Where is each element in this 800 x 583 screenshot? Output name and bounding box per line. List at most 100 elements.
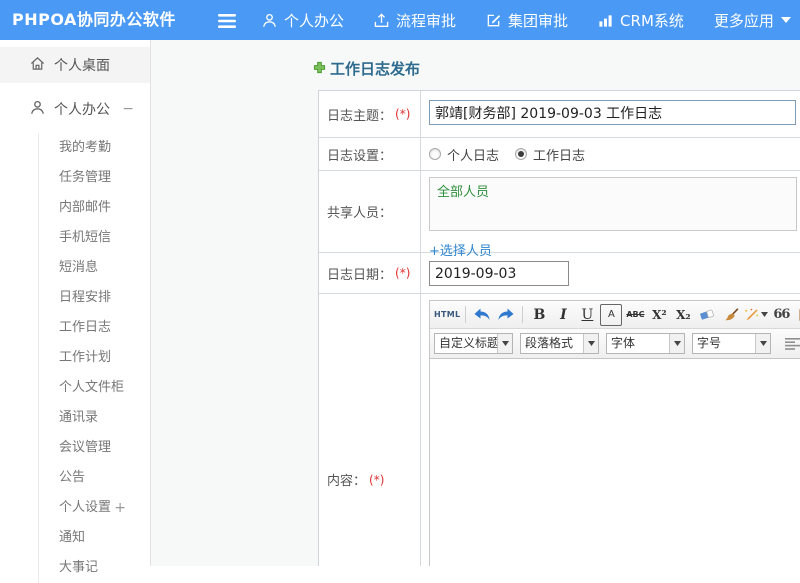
font-size-select-label: 字号 bbox=[697, 336, 722, 350]
sidebar-menu: 我的考勤任务管理内部邮件 手机短信短消息日程安排工作日志工作计划个人文件柜通讯录会… bbox=[38, 133, 150, 583]
sidebar-item-label: 通知 bbox=[59, 530, 86, 545]
required-marker: (*) bbox=[395, 266, 411, 280]
sidebar-item-work-log[interactable]: 工作日志 bbox=[39, 313, 150, 343]
sidebar-item-announcement[interactable]: 公告 bbox=[39, 463, 150, 493]
paragraph-select[interactable]: 段落格式 bbox=[520, 333, 599, 354]
sidebar-item-internal-mail[interactable]: 内部邮件 bbox=[39, 193, 150, 223]
dropdown-caret-icon[interactable] bbox=[497, 334, 512, 353]
collapse-minus-icon[interactable]: − bbox=[122, 101, 134, 117]
form-row-date: 日志日期： (*) bbox=[319, 252, 800, 293]
blockquote-icon[interactable]: 66 bbox=[770, 304, 792, 326]
add-plus-icon bbox=[313, 60, 326, 78]
sidebar-item-personal-desktop[interactable]: 个人桌面 bbox=[0, 47, 150, 83]
dropdown-caret-icon[interactable] bbox=[583, 334, 598, 353]
sidebar-item-label: 工作日志 bbox=[59, 320, 112, 335]
process-icon bbox=[374, 12, 389, 28]
undo-icon[interactable] bbox=[471, 304, 493, 326]
topbar-nav-label: CRM系统 bbox=[620, 11, 684, 30]
sidebar-item-label: 通讯录 bbox=[59, 410, 99, 425]
required-marker: (*) bbox=[395, 107, 411, 121]
toolbar-separator bbox=[522, 306, 524, 323]
superscript-icon[interactable]: X² bbox=[648, 304, 670, 326]
sidebar-item-label: 公告 bbox=[59, 470, 86, 485]
italic-icon[interactable]: I bbox=[552, 304, 574, 326]
editor-content-area[interactable] bbox=[430, 359, 800, 566]
dropdown-caret-icon[interactable] bbox=[755, 334, 770, 353]
sidebar-item-label: 我的考勤 bbox=[59, 140, 112, 155]
sidebar-item-contacts[interactable]: 通讯录 bbox=[39, 403, 150, 433]
expand-plus-icon[interactable]: + bbox=[114, 493, 126, 523]
sidebar-item-my-attendance[interactable]: 我的考勤 bbox=[39, 133, 150, 163]
sidebar-item-mobile-sms[interactable]: 手机短信 bbox=[39, 223, 150, 253]
radio-unchecked-icon[interactable] bbox=[429, 148, 441, 160]
radio-option-work-log[interactable]: 工作日志 bbox=[515, 145, 585, 164]
sidebar-group-personal-office[interactable]: 个人办公 − bbox=[0, 91, 150, 127]
bold-icon[interactable]: B bbox=[528, 304, 550, 326]
app-logo: PHPOA协同办公软件 bbox=[12, 10, 176, 29]
dropdown-caret-icon bbox=[761, 312, 769, 317]
eraser-icon[interactable] bbox=[696, 304, 718, 326]
topbar-nav-label: 个人办公 bbox=[284, 11, 345, 30]
form-row-subject: 日志主题： (*) bbox=[319, 91, 800, 137]
date-input[interactable] bbox=[429, 261, 569, 286]
person-icon bbox=[30, 100, 45, 119]
font-size-select[interactable]: 字号 bbox=[692, 333, 771, 354]
content-label: 内容： (*) bbox=[319, 294, 421, 566]
radio-checked-icon[interactable] bbox=[515, 148, 528, 160]
sidebar-desktop-label: 个人桌面 bbox=[54, 58, 110, 74]
autotypeset-icon[interactable] bbox=[744, 304, 769, 326]
subject-label: 日志主题： (*) bbox=[319, 91, 421, 137]
sidebar-item-personal-settings[interactable]: 个人设置 + bbox=[39, 493, 150, 523]
topbar-nav-personal-office[interactable]: 个人办公 bbox=[262, 10, 344, 31]
paste-icon[interactable] bbox=[794, 304, 800, 326]
sidebar-item-meeting-management[interactable]: 会议管理 bbox=[39, 433, 150, 463]
font-border-icon[interactable]: A bbox=[600, 303, 623, 326]
paragraph-select-label: 段落格式 bbox=[525, 336, 574, 350]
sidebar-item-major-events[interactable]: 大事记 bbox=[39, 553, 150, 583]
log-type-radio-group: 个人日志 工作日志 bbox=[429, 144, 800, 164]
topbar-nav-label: 更多应用 bbox=[713, 11, 774, 30]
radio-option-label: 个人日志 bbox=[447, 148, 500, 164]
dropdown-caret-icon[interactable] bbox=[669, 334, 684, 353]
radio-option-personal-log[interactable]: 个人日志 bbox=[429, 145, 499, 164]
sidebar-item-short-message[interactable]: 短消息 bbox=[39, 253, 150, 283]
sidebar-item-task-management[interactable]: 任务管理 bbox=[39, 163, 150, 193]
page-title: 工作日志发布 bbox=[313, 58, 420, 79]
sidebar-item-label: 工作计划 bbox=[59, 350, 112, 365]
hamburger-menu-icon[interactable] bbox=[218, 13, 236, 32]
custom-title-select[interactable]: 自定义标题 bbox=[434, 333, 513, 354]
caret-down-icon bbox=[780, 17, 791, 23]
sidebar-item-label: 短消息 bbox=[59, 260, 99, 275]
subscript-icon[interactable]: X₂ bbox=[672, 304, 694, 326]
editor-toolbar-row2: 自定义标题 段落格式 字体 字号 bbox=[430, 329, 800, 359]
edit-square-icon bbox=[486, 13, 501, 28]
sidebar-item-label: 任务管理 bbox=[59, 170, 112, 185]
sidebar-item-label: 个人设置 bbox=[59, 500, 112, 515]
topbar-nav-label: 流程审批 bbox=[396, 11, 457, 30]
topbar-nav-more-apps[interactable]: 更多应用 bbox=[714, 10, 791, 31]
font-family-select[interactable]: 字体 bbox=[606, 333, 685, 354]
bar-chart-icon bbox=[598, 13, 613, 28]
share-people-box[interactable]: 全部人员 bbox=[429, 177, 797, 231]
underline-icon[interactable]: U bbox=[576, 304, 598, 326]
main-content: 工作日志发布 日志主题： (*) 日志设置： 个人日志 工作日志 共享人员： bbox=[151, 40, 800, 566]
sidebar-item-personal-file-cabinet[interactable]: 个人文件柜 bbox=[39, 373, 150, 403]
topbar-nav: 个人办公 流程审批 集团审批 CRM系统 更多应用 bbox=[262, 0, 800, 40]
redo-icon[interactable] bbox=[495, 304, 517, 326]
sidebar-item-notification[interactable]: 通知 bbox=[39, 523, 150, 553]
strikethrough-icon[interactable]: ABC bbox=[624, 304, 646, 326]
sidebar-item-label: 日程安排 bbox=[59, 290, 112, 305]
subject-input[interactable] bbox=[429, 100, 796, 125]
sidebar-item-schedule[interactable]: 日程安排 bbox=[39, 283, 150, 313]
form-row-share: 共享人员： 全部人员 +选择人员 bbox=[319, 170, 800, 259]
topbar-nav-group-approval[interactable]: 集团审批 bbox=[486, 10, 568, 31]
topbar-nav-workflow-approval[interactable]: 流程审批 bbox=[374, 10, 456, 31]
page-title-text: 工作日志发布 bbox=[330, 60, 421, 78]
topbar-nav-crm-system[interactable]: CRM系统 bbox=[598, 10, 684, 31]
format-brush-icon[interactable] bbox=[720, 304, 742, 326]
align-left-icon[interactable] bbox=[780, 333, 800, 355]
sidebar-item-work-plan[interactable]: 工作计划 bbox=[39, 343, 150, 373]
source-icon[interactable]: HTML bbox=[434, 304, 460, 326]
home-icon bbox=[30, 56, 45, 75]
work-log-form: 日志主题： (*) 日志设置： 个人日志 工作日志 共享人员： 全部人员 +选择人… bbox=[318, 90, 800, 566]
